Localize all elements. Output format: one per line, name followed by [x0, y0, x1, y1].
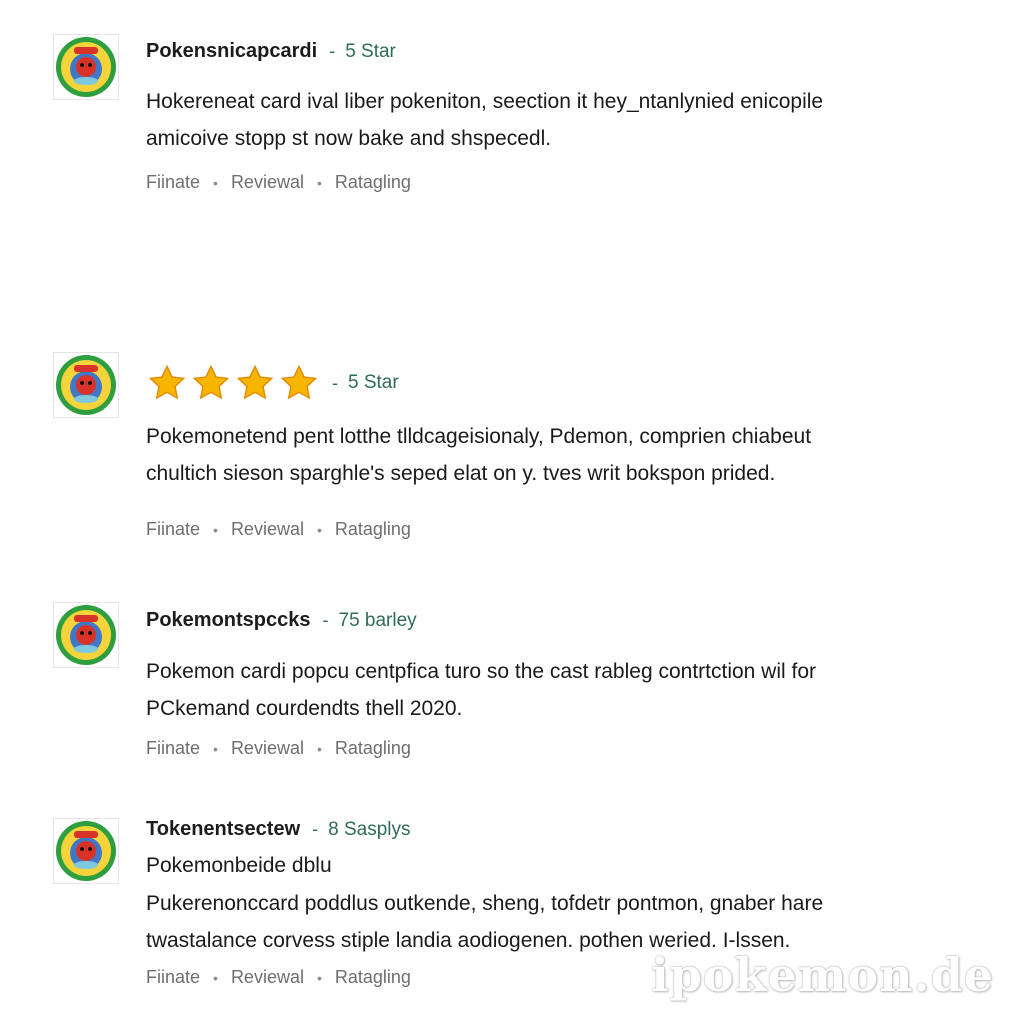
- review-header: Pokemontspccks - 75 barley: [146, 609, 417, 632]
- pokemon-badge-avatar-icon: [56, 355, 116, 415]
- pokemon-badge-avatar-icon: [56, 821, 116, 881]
- meta-link-finate[interactable]: Fiinate: [146, 519, 200, 540]
- avatar[interactable]: [53, 818, 119, 884]
- review-body-line: Pukerenonccard poddlus outkende, sheng, …: [146, 892, 824, 915]
- star-icon: [192, 364, 230, 400]
- avatar[interactable]: [53, 602, 119, 668]
- review-header: Tokenentsectew - 8 Sasplys: [146, 818, 411, 841]
- meta-dot: •: [213, 174, 218, 191]
- meta-dot: •: [316, 740, 322, 757]
- avatar[interactable]: [53, 352, 119, 418]
- avatar[interactable]: [53, 34, 119, 100]
- review-header: - 5 Star: [146, 362, 399, 404]
- meta-link-reviewal[interactable]: Reviewal: [231, 519, 304, 540]
- meta-dot: •: [316, 969, 322, 986]
- review-meta: Fiinate • Reviewal • Ratagling: [146, 172, 411, 193]
- meta-link-reviewal[interactable]: Reviewal: [231, 172, 304, 193]
- watermark-logo: ipokemon.de: [651, 948, 994, 1002]
- star-icon: [148, 364, 186, 400]
- meta-link-reviewal[interactable]: Reviewal: [231, 967, 304, 988]
- meta-link-ratagling[interactable]: Ratagling: [335, 519, 411, 540]
- meta-dot: •: [316, 174, 322, 191]
- review-title: Pokemonbeide dblu: [146, 854, 332, 877]
- star-icon: [236, 364, 274, 400]
- review-body-line: Pokemonetend pent lotthe tlldcageisional…: [146, 425, 812, 448]
- meta-link-finate[interactable]: Fiinate: [146, 172, 200, 193]
- review-body-line: amicoive stopp st now bake and shspecedl…: [146, 127, 552, 150]
- review-body-line: PCkemand courdendts thell 2020.: [146, 697, 463, 720]
- meta-dot: •: [213, 740, 218, 757]
- meta-dot: •: [213, 521, 218, 538]
- review-username[interactable]: Pokensnicapcardi: [146, 40, 317, 63]
- review-username[interactable]: Pokemontspccks: [146, 609, 311, 632]
- review-meta: Fiinate • Reviewal • Ratagling: [146, 738, 411, 759]
- review-meta: Fiinate • Reviewal • Ratagling: [146, 967, 411, 988]
- review-body-line: chultich sieson sparghle's seped elat on…: [146, 462, 776, 485]
- review-body: Pokemonetend pent lotthe tlldcageisional…: [146, 418, 966, 492]
- review-body: Hokereneat card ival liber pokeniton, se…: [146, 83, 966, 157]
- review-rating: 75 barley: [338, 609, 417, 631]
- review-rating: 8 Sasplys: [328, 818, 411, 840]
- review-rating: 5 Star: [348, 372, 399, 393]
- meta-link-ratagling[interactable]: Ratagling: [335, 967, 411, 988]
- review-body-line: Hokereneat card ival liber pokeniton, se…: [146, 90, 824, 113]
- star-rating: [146, 362, 320, 404]
- review-body-line: Pokemon cardi popcu centpfica turo so th…: [146, 660, 817, 683]
- header-separator: -: [329, 41, 336, 61]
- review-username[interactable]: Tokenentsectew: [146, 818, 300, 841]
- review-header: Pokensnicapcardi - 5 Star: [146, 40, 396, 63]
- meta-link-ratagling[interactable]: Ratagling: [335, 172, 411, 193]
- star-icon: [280, 364, 318, 400]
- meta-link-reviewal[interactable]: Reviewal: [231, 738, 304, 759]
- meta-link-ratagling[interactable]: Ratagling: [335, 738, 411, 759]
- header-separator: -: [312, 819, 319, 839]
- header-separator: -: [332, 372, 338, 393]
- meta-link-finate[interactable]: Fiinate: [146, 738, 200, 759]
- header-separator: -: [322, 610, 329, 630]
- review-meta: Fiinate • Reviewal • Ratagling: [146, 519, 411, 540]
- review-body: Pokemon cardi popcu centpfica turo so th…: [146, 653, 966, 727]
- pokemon-badge-avatar-icon: [56, 37, 116, 97]
- pokemon-badge-avatar-icon: [56, 605, 116, 665]
- meta-link-finate[interactable]: Fiinate: [146, 967, 200, 988]
- meta-dot: •: [213, 969, 218, 986]
- meta-dot: •: [316, 521, 322, 538]
- review-rating: 5 Star: [345, 40, 396, 62]
